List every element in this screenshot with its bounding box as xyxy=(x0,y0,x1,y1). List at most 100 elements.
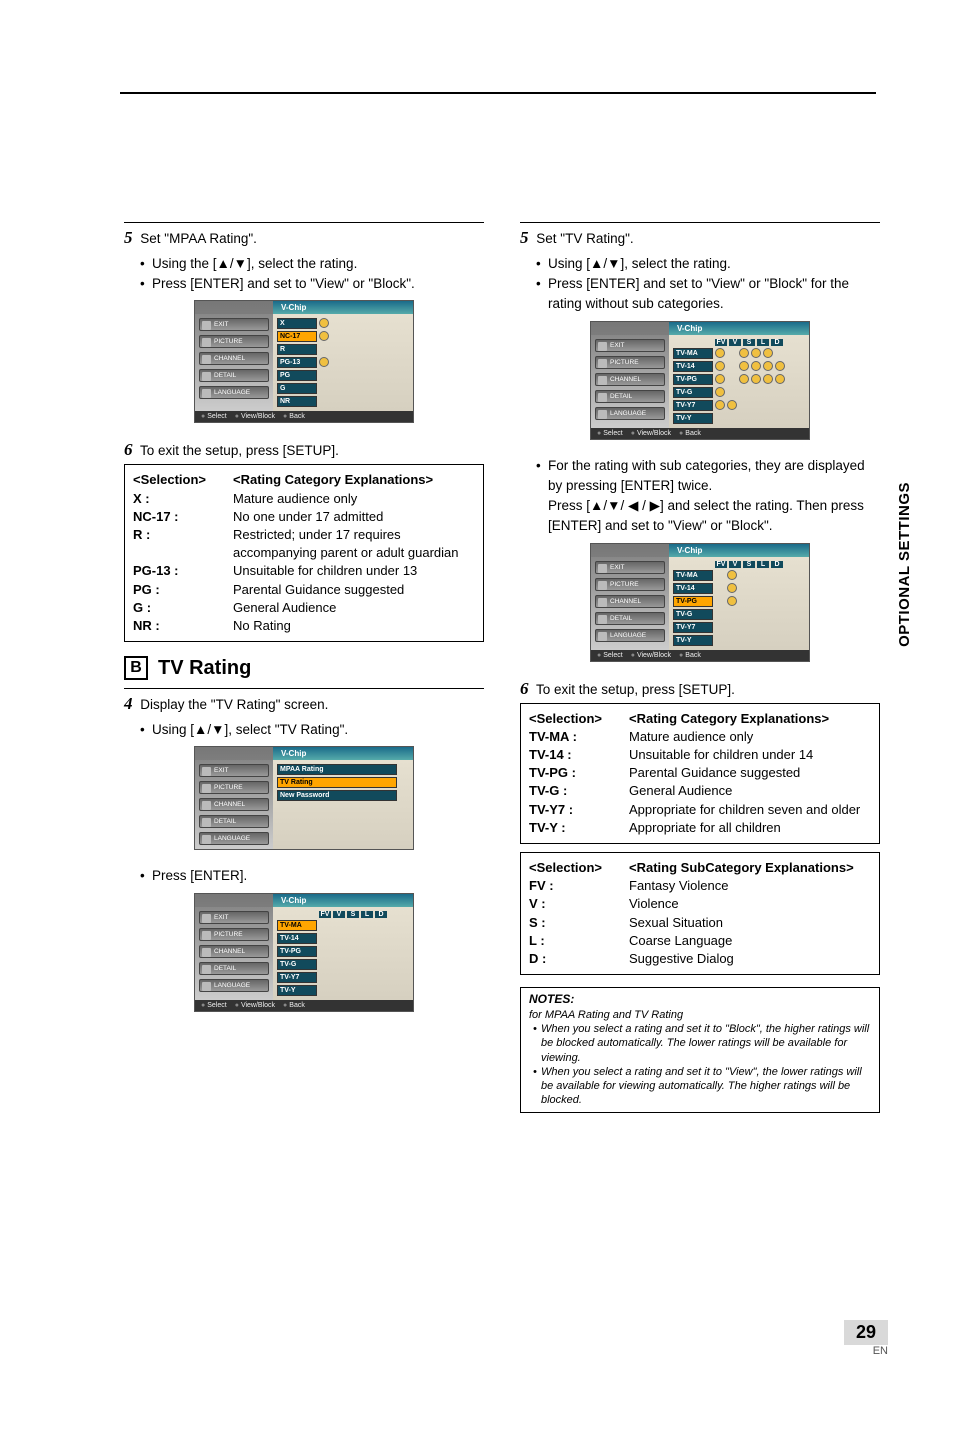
notes-item: When you select a rating and set it to "… xyxy=(533,1065,871,1108)
col: FV xyxy=(715,339,727,346)
tv-subcategory-box: <Selection> <Rating SubCategory Explanat… xyxy=(520,852,880,975)
menu-line: MPAA Rating xyxy=(277,764,397,775)
rating-row: TV-G xyxy=(673,609,713,620)
rating-row: TV-MA xyxy=(277,920,317,931)
menu-foot: View/Block xyxy=(631,652,671,659)
notes-sub: for MPAA Rating and TV Rating xyxy=(529,1008,871,1022)
col: S xyxy=(743,339,755,346)
col: D xyxy=(375,911,387,918)
col: D xyxy=(771,561,783,568)
sel-key: NR : xyxy=(133,617,233,635)
menu-foot: Back xyxy=(679,430,701,437)
sel-val: Unsuitable for children under 14 xyxy=(629,746,871,764)
rating-label: R xyxy=(277,344,317,355)
mpaa-selection-box: <Selection> <Rating Category Explanation… xyxy=(124,464,484,642)
menu-foot: Select xyxy=(201,413,227,420)
sel-key: PG : xyxy=(133,581,233,599)
menu-title: V-Chip xyxy=(273,894,413,907)
menu-side-item: LANGUAGE xyxy=(199,832,269,845)
rating-row: TV-14 xyxy=(277,933,317,944)
selbox-head: <Rating Category Explanations> xyxy=(233,471,475,489)
sub-line2: Press [▲/▼/ ◀ / ▶] and select the rating… xyxy=(548,498,864,533)
bullet-text: Press [ENTER] and set to "View" or "Bloc… xyxy=(548,276,849,311)
sub-bullet-text: For the rating with sub categories, they… xyxy=(548,458,865,493)
tv-rating-menu-b: V-Chip EXIT PICTURE CHANNEL DETAIL LANGU… xyxy=(590,543,810,662)
menu-title: V-Chip xyxy=(273,747,413,760)
step-number: 6 xyxy=(124,440,133,459)
selbox-head: <Selection> xyxy=(133,471,233,489)
menu-side-item: PICTURE xyxy=(595,356,665,369)
rating-row: TV-MA xyxy=(673,570,713,581)
tv-selection-box: <Selection> <Rating Category Explanation… xyxy=(520,703,880,844)
sub-bullets: For the rating with sub categories, they… xyxy=(536,456,880,537)
bullet-text: Using [▲/▼], select "TV Rating". xyxy=(152,722,348,737)
col: S xyxy=(743,561,755,568)
step-number: 5 xyxy=(124,228,133,247)
step-text: To exit the setup, press [SETUP]. xyxy=(536,682,735,697)
sel-val: No Rating xyxy=(233,617,475,635)
page-number-block: 29 EN xyxy=(844,1320,888,1357)
step-6: 6 To exit the setup, press [SETUP]. xyxy=(520,678,880,701)
step-number: 6 xyxy=(520,679,529,698)
sel-val: Mature audience only xyxy=(233,490,475,508)
col: V xyxy=(729,561,741,568)
step-number: 4 xyxy=(124,694,133,713)
step5-bullets: Using [▲/▼], select the rating. Press [E… xyxy=(536,254,880,315)
menu-line: TV Rating xyxy=(277,777,397,788)
divider xyxy=(520,222,880,223)
rating-row: TV-G xyxy=(277,959,317,970)
side-tab: OPTIONAL SETTINGS xyxy=(896,482,913,647)
rating-row: TV-Y xyxy=(673,413,713,424)
rating-row: TV-Y7 xyxy=(673,622,713,633)
col: D xyxy=(771,339,783,346)
step-5: 5 Set "TV Rating". xyxy=(520,227,880,250)
sel-val: Restricted; under 17 requires accompanyi… xyxy=(233,526,475,562)
sel-key: V : xyxy=(529,895,629,913)
sel-val: Suggestive Dialog xyxy=(629,950,871,968)
bullet-text: Using the [▲/▼], select the rating. xyxy=(152,256,357,271)
step-text: Display the "TV Rating" screen. xyxy=(140,697,328,712)
sel-val: Violence xyxy=(629,895,871,913)
menu-foot: Select xyxy=(597,652,623,659)
notes-box: NOTES: for MPAA Rating and TV Rating Whe… xyxy=(520,987,880,1113)
notes-heading: NOTES: xyxy=(529,992,871,1008)
sel-val: Mature audience only xyxy=(629,728,871,746)
sel-key: TV-14 : xyxy=(529,746,629,764)
menu-foot: Select xyxy=(201,1002,227,1009)
sel-key: NC-17 : xyxy=(133,508,233,526)
col: S xyxy=(347,911,359,918)
menu-side-item: LANGUAGE xyxy=(595,407,665,420)
menu-foot: Back xyxy=(283,413,305,420)
menu-side-item: CHANNEL xyxy=(595,595,665,608)
rating-row: TV-MA xyxy=(673,348,713,359)
tv-rating-grid-menu: V-Chip EXIT PICTURE CHANNEL DETAIL LANGU… xyxy=(194,893,414,1012)
rating-row: TV-G xyxy=(673,387,713,398)
selbox-head: <Selection> xyxy=(529,859,629,877)
sel-key: TV-Y : xyxy=(529,819,629,837)
tv-rating-menu-a: V-Chip EXIT PICTURE CHANNEL DETAIL LANGU… xyxy=(590,321,810,440)
sel-key: D : xyxy=(529,950,629,968)
sel-val: Appropriate for children seven and older xyxy=(629,801,871,819)
sel-val: Appropriate for all children xyxy=(629,819,871,837)
section-title: TV Rating xyxy=(158,657,251,680)
rating-row: TV-Y xyxy=(673,635,713,646)
sel-key: PG-13 : xyxy=(133,562,233,580)
menu-side-item: DETAIL xyxy=(199,369,269,382)
notes-item: When you select a rating and set it to "… xyxy=(533,1022,871,1065)
step-text: Set "MPAA Rating". xyxy=(140,231,257,246)
selbox-head: <Selection> xyxy=(529,710,629,728)
page-number: 29 xyxy=(844,1320,888,1345)
rating-label: PG-13 xyxy=(277,357,317,368)
col: L xyxy=(757,561,769,568)
step-5: 5 Set "MPAA Rating". xyxy=(124,227,484,250)
step-6: 6 To exit the setup, press [SETUP]. xyxy=(124,439,484,462)
right-column: 5 Set "TV Rating". Using [▲/▼], select t… xyxy=(520,222,880,1113)
sel-key: X : xyxy=(133,490,233,508)
col: L xyxy=(757,339,769,346)
menu-line: New Password xyxy=(277,790,397,801)
menu-side-item: PICTURE xyxy=(199,335,269,348)
menu-side-item: LANGUAGE xyxy=(595,629,665,642)
mpaa-rating-menu: V-Chip EXIT PICTURE CHANNEL DETAIL LANGU… xyxy=(194,300,414,423)
sel-key: L : xyxy=(529,932,629,950)
sel-key: TV-G : xyxy=(529,782,629,800)
